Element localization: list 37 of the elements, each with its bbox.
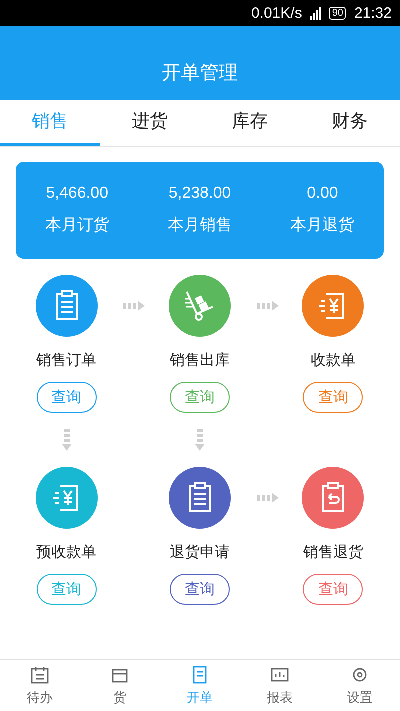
tab[interactable]: 财务 bbox=[300, 100, 400, 146]
calendar-icon bbox=[30, 664, 50, 685]
network-speed: 0.01K/s bbox=[251, 4, 302, 22]
nav-item[interactable]: 待办 bbox=[0, 660, 80, 711]
flow-label: 销售订单 bbox=[36, 351, 97, 370]
flow-label: 预收款单 bbox=[36, 543, 97, 562]
nav-item[interactable]: 报表 bbox=[240, 660, 320, 711]
query-button[interactable]: 查询 bbox=[303, 574, 364, 606]
query-button[interactable]: 查询 bbox=[170, 574, 230, 606]
page-title: 开单管理 bbox=[162, 60, 238, 86]
tab[interactable]: 进货 bbox=[100, 100, 200, 146]
summary-label: 本月订货 bbox=[45, 215, 110, 236]
hand-truck-icon[interactable] bbox=[168, 275, 231, 338]
clock: 21:32 bbox=[354, 4, 392, 22]
yen-receipt-icon[interactable] bbox=[36, 467, 98, 530]
nav-item[interactable]: 货 bbox=[80, 660, 160, 711]
battery-level: 90 bbox=[329, 6, 346, 20]
summary-value: 5,238.00 bbox=[168, 185, 232, 204]
summary-value: 0.00 bbox=[307, 185, 338, 204]
summary-value: 5,466.00 bbox=[46, 185, 108, 204]
clipboard-icon[interactable] bbox=[168, 467, 231, 530]
nav-item[interactable]: 开单 bbox=[160, 660, 240, 711]
return-clipboard-icon[interactable] bbox=[302, 467, 364, 530]
flow-label: 收款单 bbox=[310, 351, 356, 370]
signal-icon bbox=[310, 6, 322, 20]
clipboard-icon[interactable] bbox=[36, 275, 98, 338]
yen-receipt-icon[interactable] bbox=[302, 275, 364, 338]
flow-label: 退货申请 bbox=[170, 543, 230, 562]
nav-item[interactable]: 设置 bbox=[320, 660, 400, 711]
query-button[interactable]: 查询 bbox=[36, 382, 97, 414]
tab[interactable]: 库存 bbox=[200, 100, 300, 146]
flow-label: 销售出库 bbox=[170, 351, 230, 370]
summary-label: 本月销售 bbox=[168, 215, 232, 236]
tab[interactable]: 销售 bbox=[0, 100, 100, 146]
flow-label: 销售退货 bbox=[303, 543, 364, 562]
query-button[interactable]: 查询 bbox=[303, 382, 364, 414]
summary-label: 本月退货 bbox=[290, 215, 355, 236]
